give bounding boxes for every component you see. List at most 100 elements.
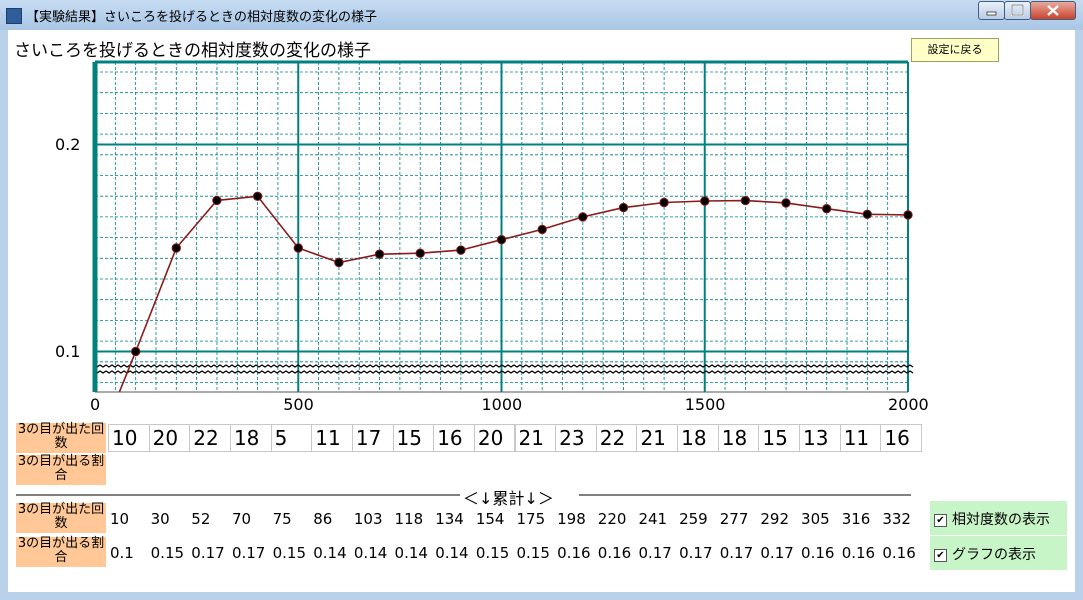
show-relative-label: 相対度数の表示 bbox=[952, 512, 1050, 528]
y-tick-label: 0.1 bbox=[55, 341, 81, 361]
y-tick-label: 0.2 bbox=[55, 134, 81, 154]
series-line bbox=[118, 195, 909, 393]
count-cell[interactable]: 22 bbox=[595, 424, 638, 452]
cumulative-ratio-value: 0.17 bbox=[231, 544, 266, 562]
count-cell[interactable]: 10 bbox=[108, 424, 150, 452]
count-cell[interactable]: 20 bbox=[148, 424, 191, 452]
count-cell[interactable]: 20 bbox=[473, 424, 516, 452]
count-cell[interactable]: 21 bbox=[514, 424, 557, 452]
count-cell[interactable]: 21 bbox=[636, 424, 679, 452]
data-point bbox=[700, 196, 710, 206]
cumulative-ratio-value: 0.16 bbox=[597, 544, 632, 562]
count-cell[interactable]: 15 bbox=[758, 424, 801, 452]
count-cell[interactable]: 11 bbox=[839, 424, 882, 452]
cumulative-ratio-value: 0.15 bbox=[475, 544, 510, 562]
data-point bbox=[537, 224, 547, 235]
count-cell[interactable]: 18 bbox=[677, 424, 719, 452]
data-point bbox=[456, 245, 466, 255]
data-point bbox=[374, 249, 385, 259]
data-point bbox=[252, 191, 263, 202]
show-graph-label: グラフの表示 bbox=[952, 547, 1036, 563]
data-point bbox=[578, 212, 588, 222]
cumulative-ratio-value: 0.17 bbox=[679, 544, 713, 562]
maximize-icon bbox=[1011, 4, 1024, 16]
cumulative-count-value: 220 bbox=[597, 510, 627, 528]
cumulative-count-value: 241 bbox=[638, 510, 668, 528]
cumulative-count-value: 305 bbox=[801, 510, 830, 528]
data-point bbox=[862, 209, 872, 220]
cumulative-count-value: 292 bbox=[760, 510, 790, 528]
data-point bbox=[740, 195, 751, 206]
cumulative-ratio-value: 0.14 bbox=[313, 544, 347, 562]
cumulative-count-label: 3の目が出た回数 bbox=[16, 502, 106, 533]
data-point bbox=[171, 243, 182, 253]
cumulative-count-value: 52 bbox=[191, 510, 211, 528]
data-point bbox=[903, 210, 913, 220]
data-point bbox=[212, 195, 222, 206]
cumulative-ratio-value: 0.16 bbox=[841, 544, 876, 562]
minimize-button[interactable] bbox=[978, 1, 1005, 20]
show-graph-toggle[interactable]: ✔ グラフの表示 bbox=[930, 536, 1067, 570]
cumulative-count-value: 75 bbox=[272, 510, 292, 528]
cumulative-count-value: 154 bbox=[475, 510, 505, 528]
data-point bbox=[618, 202, 629, 213]
count-cell[interactable]: 11 bbox=[311, 424, 353, 452]
cumulative-ratio-value: 0.14 bbox=[394, 544, 428, 562]
cumulative-count-value: 332 bbox=[882, 510, 911, 528]
x-tick-label: 1500 bbox=[684, 395, 726, 414]
axis-break-zigzag bbox=[96, 370, 914, 374]
minimize-icon bbox=[986, 11, 997, 16]
title-bar: 【実験結果】さいころを投げるときの相対度数の変化の様子 bbox=[0, 0, 1083, 30]
cumulative-count-value: 134 bbox=[435, 510, 464, 528]
data-point bbox=[496, 235, 507, 245]
count-cell[interactable]: 15 bbox=[392, 424, 435, 452]
count-cell[interactable]: 18 bbox=[229, 424, 272, 452]
cumulative-count-value: 118 bbox=[394, 510, 424, 528]
cumulative-count-value: 316 bbox=[841, 510, 871, 528]
cumulative-ratio-label: 3の目が出る割合 bbox=[16, 536, 106, 567]
data-point bbox=[822, 204, 832, 214]
ratio-label: 3の目が出る割合 bbox=[16, 454, 106, 485]
cumulative-count-value: 103 bbox=[353, 510, 383, 528]
cumulative-ratio-value: 0.17 bbox=[191, 544, 225, 562]
count-cell[interactable]: 5 bbox=[270, 424, 313, 452]
cumulative-ratio-value: 0.17 bbox=[719, 544, 754, 562]
cumulative-ratio-value: 0.15 bbox=[516, 544, 550, 562]
count-cell[interactable]: 13 bbox=[799, 424, 841, 452]
cumulative-count-value: 70 bbox=[231, 510, 252, 528]
cumulative-ratio-value: 0.16 bbox=[882, 544, 916, 562]
cumulative-count-value: 10 bbox=[110, 510, 130, 528]
client-area: さいころを投げるときの相対度数の変化の様子 設定に戻る 0 500 1000 1500… bbox=[8, 30, 1075, 592]
data-point bbox=[293, 243, 303, 253]
cumulative-ratio-value: 0.17 bbox=[638, 544, 672, 562]
cumulative-ratio-value: 0.16 bbox=[557, 544, 591, 562]
cumulative-count-value: 277 bbox=[719, 510, 749, 528]
count-cell[interactable]: 22 bbox=[189, 424, 231, 452]
x-tick-label: 0 bbox=[90, 395, 101, 414]
back-to-settings-button[interactable]: 設定に戻る bbox=[911, 38, 999, 62]
cumulative-ratio-value: 0.14 bbox=[353, 544, 388, 562]
data-point bbox=[131, 346, 141, 357]
cumulative-ratio-value: 0.14 bbox=[435, 544, 469, 562]
cumulative-ratio-value: 0.17 bbox=[760, 544, 794, 562]
show-relative-checkbox[interactable]: ✔ bbox=[934, 513, 947, 527]
count-cell[interactable]: 16 bbox=[433, 424, 475, 452]
axis-break-zigzag bbox=[96, 364, 914, 368]
x-tick-label: 2000 bbox=[888, 395, 929, 414]
count-cell[interactable]: 18 bbox=[717, 424, 760, 452]
app-icon bbox=[6, 8, 22, 24]
cumulative-count-value: 30 bbox=[150, 510, 170, 528]
data-point bbox=[415, 248, 425, 258]
data-point bbox=[781, 198, 791, 208]
count-cell[interactable]: 17 bbox=[351, 424, 394, 452]
count-cell[interactable]: 23 bbox=[555, 424, 597, 452]
maximize-button[interactable] bbox=[1004, 1, 1031, 20]
x-tick-label: 1000 bbox=[481, 395, 523, 414]
page-title: さいころを投げるときの相対度数の変化の様子 bbox=[14, 41, 371, 61]
data-point bbox=[659, 197, 669, 208]
show-relative-toggle[interactable]: ✔ 相対度数の表示 bbox=[930, 501, 1067, 535]
count-cell[interactable]: 16 bbox=[880, 424, 922, 452]
cumulative-ratio-value: 0.15 bbox=[150, 544, 185, 562]
close-button[interactable] bbox=[1030, 1, 1076, 20]
show-graph-checkbox[interactable]: ✔ bbox=[934, 548, 947, 562]
